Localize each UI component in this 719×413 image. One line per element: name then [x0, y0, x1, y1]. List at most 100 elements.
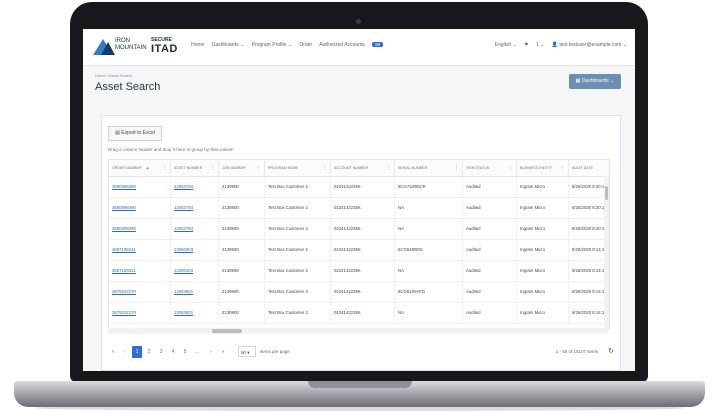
last-page-button[interactable]: » — [218, 346, 228, 358]
cell-serial-number: NA — [395, 219, 463, 239]
more-pages-button[interactable]: ... — [192, 346, 202, 358]
vertical-scrollbar[interactable] — [604, 176, 609, 328]
column-header-item-status[interactable]: ITEM STATUS ⋮ — [463, 160, 517, 176]
cell-program-name: Test Box Customer 2 — [265, 261, 331, 281]
nav-item-label: Authorized Accounts — [319, 42, 365, 48]
cell-business-entity: Ingram Micro — [517, 177, 569, 197]
language-select[interactable]: English ⌄ — [495, 42, 517, 48]
cell-asset-number[interactable]: 12053501 — [171, 282, 219, 302]
page-2-button[interactable]: 2 — [144, 346, 154, 358]
cell-program-name: Test Box Customer 2 — [265, 198, 331, 218]
cell-order-number[interactable]: 3679322270 — [109, 303, 171, 323]
refresh-icon[interactable]: ↻ — [608, 346, 614, 358]
page-3-button[interactable]: 3 — [156, 346, 166, 358]
scroll-thumb[interactable] — [605, 186, 608, 200]
column-header-audit-date[interactable]: AUDIT DATE⋮ — [569, 160, 609, 176]
column-header-account-number[interactable]: ACCOUNT NUMBER ⋮ — [331, 160, 395, 176]
cell-item-status: Audited — [463, 282, 517, 302]
grid-header: ORDER NUMBER ▲ ⋮ ASSET NUMBER ⋮ JOB NUMBER ⋮ PR… — [109, 160, 609, 177]
cell-asset-number[interactable]: 12060403 — [171, 261, 219, 281]
nav-item-authorized-accounts[interactable]: Authorized Accounts 99 — [319, 42, 389, 48]
cell-job-number: 2139900 — [219, 282, 265, 302]
column-menu-icon[interactable]: ⋮ — [210, 160, 215, 176]
table-row[interactable]: 3680898490 12053784 2139900 Test Box Custom… — [109, 177, 609, 198]
table-row[interactable]: 3687189341 12060403 2139900 Test Box Custom… — [109, 240, 609, 261]
cell-business-entity: Ingram Micro — [517, 261, 569, 281]
next-page-button[interactable]: › — [206, 346, 216, 358]
asset-grid-card: ▤ Export to Excel Drag a column header a… — [101, 115, 621, 371]
cell-order-number[interactable]: 3679322270 — [109, 282, 171, 302]
excel-icon: ▤ — [115, 130, 120, 136]
cell-job-number: 2139900 — [219, 177, 265, 197]
brand-logo[interactable]: IRON MOUNTAIN SECURE ITAD — [93, 36, 185, 58]
column-menu-icon[interactable]: ⋮ — [256, 160, 261, 176]
cell-business-entity: Ingram Micro — [517, 303, 569, 323]
nav-item-home[interactable]: Home — [191, 42, 204, 48]
table-row[interactable]: 3680898490 12053784 2139900 Test Box Custom… — [109, 198, 609, 219]
user-menu[interactable]: 👤 test.testuser@example.com ⌄ — [552, 42, 627, 48]
column-header-label: BUSINESS ENTITY — [520, 166, 552, 170]
column-menu-icon[interactable]: ⋮ — [386, 160, 391, 176]
column-header-order-number[interactable]: ORDER NUMBER ▲ ⋮ — [109, 160, 171, 176]
cell-order-number[interactable]: 3680898490 — [109, 177, 171, 197]
column-menu-icon[interactable]: ⋮ — [560, 160, 565, 176]
column-menu-icon[interactable]: ⋮ — [162, 160, 167, 176]
cell-account-number: 0224142235K — [331, 261, 395, 281]
page-5-button[interactable]: 5 — [180, 346, 190, 358]
cell-program-name: Test Box Customer 2 — [265, 219, 331, 239]
dashboards-button[interactable]: ▦ Dashboards ⌄ — [569, 74, 621, 89]
column-menu-icon[interactable]: ⋮ — [322, 160, 327, 176]
horizontal-scrollbar[interactable] — [108, 328, 608, 334]
column-header-label: JOB NUMBER — [222, 166, 246, 170]
cell-asset-number[interactable]: 12053784 — [171, 198, 219, 218]
cell-order-number[interactable]: 3680898490 — [109, 198, 171, 218]
column-header-label: PROGRAM NAME — [268, 166, 298, 170]
page-1-button[interactable]: 1 — [132, 346, 142, 358]
cell-serial-number: 5CG7340NCR — [395, 177, 463, 197]
first-page-button[interactable]: « — [108, 346, 118, 358]
cell-asset-number[interactable]: 12053784 — [171, 219, 219, 239]
column-header-program-name[interactable]: PROGRAM NAME ⋮ — [265, 160, 331, 176]
column-header-serial-number[interactable]: SERIAL NUMBER ⋮ — [395, 160, 463, 176]
column-header-label: AUDIT DATE — [572, 166, 594, 170]
cell-item-status: Audited — [463, 240, 517, 260]
cell-order-number[interactable]: 3680898490 — [109, 219, 171, 239]
items-per-page-label: items per page — [260, 349, 290, 354]
column-menu-icon[interactable]: ⋮ — [454, 160, 459, 176]
cell-account-number: 0224142235K — [331, 303, 395, 323]
cell-order-number[interactable]: 3687189341 — [109, 261, 171, 281]
page-4-button[interactable]: 4 — [168, 346, 178, 358]
flag-icon[interactable]: ⚑ — [524, 42, 528, 48]
nav-item-order[interactable]: Order — [299, 42, 312, 48]
nav-item-program-profile[interactable]: Program Profile ⌄ — [252, 42, 292, 48]
cell-order-number[interactable]: 3687189341 — [109, 240, 171, 260]
table-row[interactable]: 3679322270 12053501 2139900 Test Box Custom… — [109, 303, 609, 324]
notification-select[interactable]: 1 ⌄ — [536, 42, 544, 48]
column-header-asset-number[interactable]: ASSET NUMBER ⋮ — [171, 160, 219, 176]
cell-asset-number[interactable]: 12053784 — [171, 177, 219, 197]
column-header-label: ITEM STATUS — [466, 166, 490, 170]
nav-item-dashboards[interactable]: Dashboards ⌄ — [212, 42, 245, 48]
cell-serial-number: NA — [395, 198, 463, 218]
cell-asset-number[interactable]: 12060403 — [171, 240, 219, 260]
column-menu-icon[interactable]: ⋮ — [508, 160, 513, 176]
table-row[interactable]: 3680898490 12053784 2139900 Test Box Custom… — [109, 219, 609, 240]
page-size-value: 50 — [241, 350, 247, 355]
cell-job-number: 2139900 — [219, 261, 265, 281]
prev-page-button[interactable]: ‹ — [120, 346, 130, 358]
scroll-thumb[interactable] — [212, 329, 242, 333]
cell-item-status: Audited — [463, 303, 517, 323]
cell-serial-number: 5CG6100VFD — [395, 282, 463, 302]
table-row[interactable]: 3687189341 12060403 2139900 Test Box Custom… — [109, 261, 609, 282]
cell-asset-number[interactable]: 12053501 — [171, 303, 219, 323]
cell-business-entity: Ingram Micro — [517, 282, 569, 302]
export-excel-button[interactable]: ▤ Export to Excel — [108, 126, 162, 141]
table-row[interactable]: 3679322270 12053501 2139900 Test Box Custom… — [109, 282, 609, 303]
column-header-business-entity[interactable]: BUSINESS ENTITY ⋮ — [517, 160, 569, 176]
page-size-select[interactable]: 50 ▾ — [238, 346, 256, 357]
column-header-label: ACCOUNT NUMBER — [334, 166, 369, 170]
cell-business-entity: Ingram Micro — [517, 240, 569, 260]
brand-name: IRON MOUNTAIN — [115, 38, 147, 51]
sort-icon[interactable]: ▲ — [146, 166, 150, 170]
column-header-job-number[interactable]: JOB NUMBER ⋮ — [219, 160, 265, 176]
